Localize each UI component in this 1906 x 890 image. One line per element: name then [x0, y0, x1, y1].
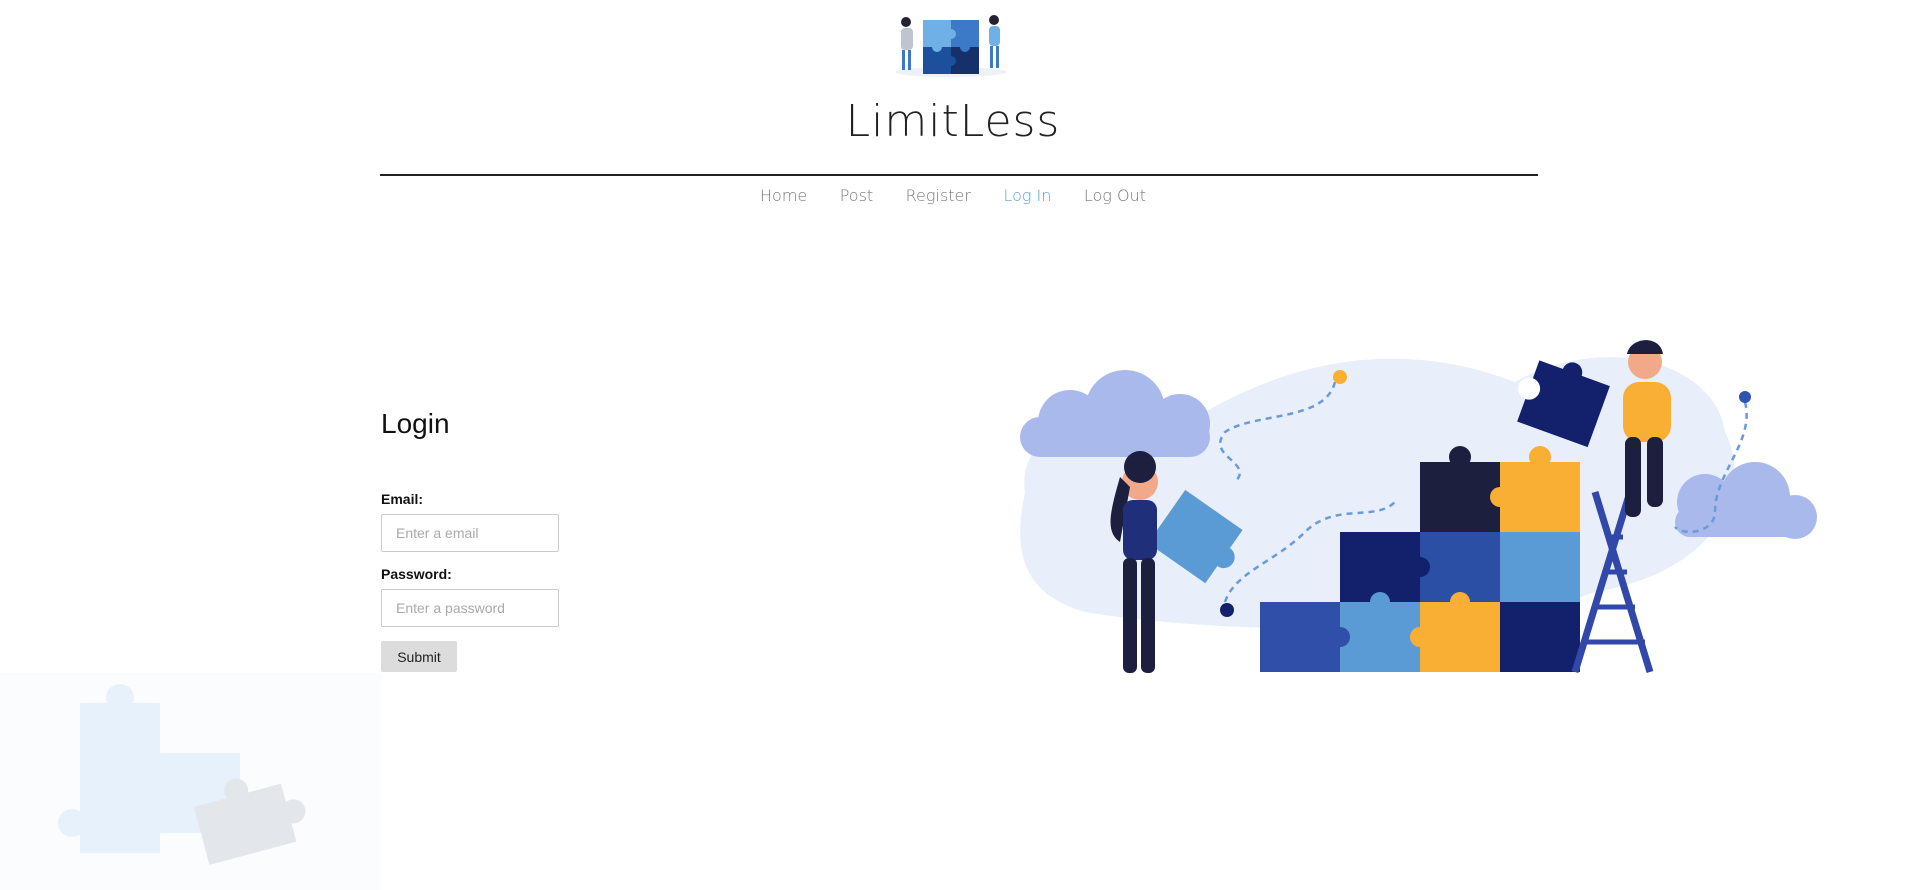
submit-button[interactable]: Submit [381, 641, 457, 672]
puzzle-team-illustration [955, 272, 1835, 702]
password-field[interactable] [381, 589, 559, 627]
email-label: Email: [381, 491, 424, 507]
password-label: Password: [381, 566, 452, 582]
main-nav: Home Post Register Log In Log Out [0, 186, 1906, 206]
email-field[interactable] [381, 514, 559, 552]
login-heading: Login [381, 408, 450, 439]
site-logo[interactable] [893, 10, 1009, 78]
site-title: LimitLess [845, 96, 1061, 147]
nav-item-register[interactable]: Register [906, 186, 971, 205]
header-divider [380, 174, 1538, 176]
nav-item-logout[interactable]: Log Out [1084, 186, 1146, 205]
nav-item-home[interactable]: Home [760, 186, 807, 205]
nav-item-post[interactable]: Post [840, 186, 873, 205]
nav-item-login[interactable]: Log In [1003, 186, 1051, 205]
faded-puzzle-pieces-image [0, 673, 381, 890]
